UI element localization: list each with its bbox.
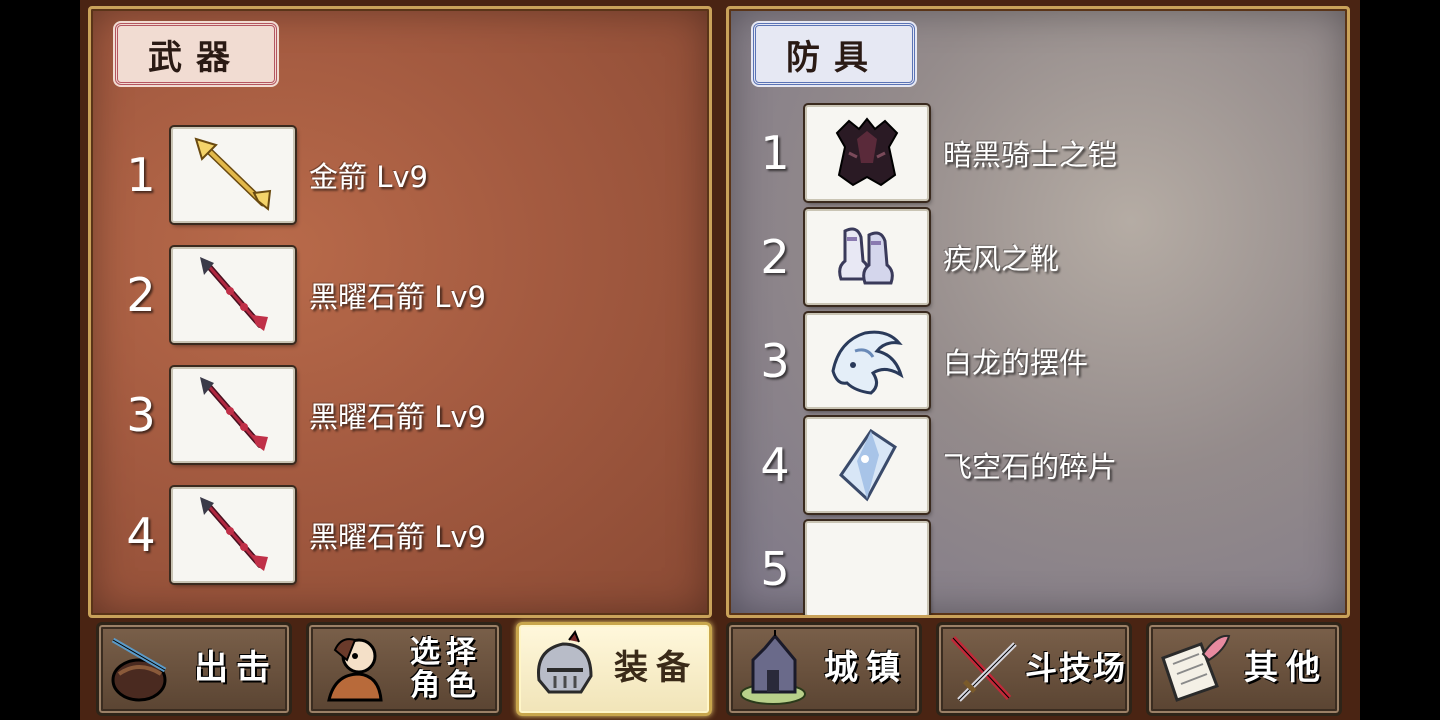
weapon-name: 黑曜石箭 Lv9 bbox=[309, 280, 486, 314]
weapon-panel: 武器 1 金箭 Lv9 2 黑曜石箭 Lv9 3 黑曜石箭 Lv9 4 黑曜石箭… bbox=[88, 6, 712, 618]
golden-arrow-icon bbox=[194, 137, 272, 211]
scroll-quill-icon bbox=[1161, 634, 1231, 702]
armor-slot[interactable] bbox=[805, 417, 929, 513]
weapon-slot[interactable] bbox=[171, 367, 295, 463]
other-button[interactable]: 其他 bbox=[1146, 622, 1342, 716]
other-label: 其他 bbox=[1244, 648, 1328, 689]
armor-name: 暗黑骑士之铠 bbox=[943, 138, 1118, 172]
armor-slot[interactable] bbox=[805, 209, 929, 305]
slot-number: 1 bbox=[126, 148, 156, 202]
town-button[interactable]: 城镇 bbox=[726, 622, 922, 716]
armor-row[interactable]: 3 白龙的摆件 bbox=[745, 313, 1088, 409]
obsidian-arrow-icon bbox=[200, 257, 268, 331]
sortie-icon bbox=[111, 637, 167, 702]
weapon-slot[interactable] bbox=[171, 127, 295, 223]
slot-number: 4 bbox=[760, 438, 790, 492]
equipment-label: 装备 bbox=[614, 648, 698, 689]
armor-row[interactable]: 2 疾风之靴 bbox=[745, 209, 1059, 305]
arena-label: 斗技场 bbox=[1024, 649, 1127, 688]
weapon-panel-title: 武器 bbox=[115, 23, 277, 85]
select-character-line1: 选择 bbox=[410, 635, 482, 670]
empty-armor-slot[interactable] bbox=[805, 521, 929, 615]
select-character-line2: 角色 bbox=[410, 668, 482, 703]
slot-number: 5 bbox=[760, 542, 790, 596]
weapon-name: 黑曜石箭 Lv9 bbox=[309, 400, 486, 434]
armor-panel-title: 防具 bbox=[753, 23, 915, 85]
slot-number: 1 bbox=[760, 126, 790, 180]
select-character-label: 选择 角色 bbox=[393, 636, 499, 702]
slot-number: 2 bbox=[760, 230, 790, 284]
dark-knight-armor-icon bbox=[835, 117, 899, 187]
armor-slot[interactable] bbox=[805, 313, 929, 409]
armor-helmet-icon bbox=[537, 630, 593, 694]
obsidian-arrow-icon bbox=[200, 497, 268, 571]
armor-row[interactable]: 1 暗黑骑士之铠 bbox=[745, 105, 1117, 201]
weapon-slot[interactable] bbox=[171, 247, 295, 343]
sky-stone-shard-icon bbox=[839, 428, 897, 502]
armor-row[interactable]: 5 bbox=[745, 521, 943, 615]
select-character-button[interactable]: 选择 角色 bbox=[306, 622, 502, 716]
weapon-name: 金箭 Lv9 bbox=[309, 160, 428, 194]
armor-name: 白龙的摆件 bbox=[943, 346, 1089, 380]
character-icon bbox=[327, 638, 383, 702]
armor-name: 飞空石的碎片 bbox=[943, 450, 1118, 484]
crossed-swords-icon bbox=[950, 635, 1017, 702]
armor-name: 疾风之靴 bbox=[943, 242, 1060, 276]
weapon-row[interactable]: 4 黑曜石箭 Lv9 bbox=[111, 487, 486, 583]
arena-button[interactable]: 斗技场 bbox=[936, 622, 1132, 716]
armor-row[interactable]: 4 飞空石的碎片 bbox=[745, 417, 1117, 513]
slot-number: 4 bbox=[126, 508, 156, 562]
white-dragon-ornament-icon bbox=[831, 330, 904, 395]
weapon-name: 黑曜石箭 Lv9 bbox=[309, 520, 486, 554]
wind-boots-icon bbox=[838, 227, 894, 285]
game-frame: 武器 1 金箭 Lv9 2 黑曜石箭 Lv9 3 黑曜石箭 Lv9 4 黑曜石箭… bbox=[80, 0, 1360, 720]
armor-slot[interactable] bbox=[805, 105, 929, 201]
weapon-row[interactable]: 3 黑曜石箭 Lv9 bbox=[111, 367, 486, 463]
sortie-label: 出击 bbox=[194, 648, 278, 689]
equipment-button[interactable]: 装备 bbox=[516, 622, 712, 716]
bottom-nav: 出击 选择 角色 装备 城镇 斗技场 其他 bbox=[96, 620, 1350, 716]
sortie-button[interactable]: 出击 bbox=[96, 622, 292, 716]
weapon-row[interactable]: 2 黑曜石箭 Lv9 bbox=[111, 247, 486, 343]
town-label: 城镇 bbox=[824, 648, 908, 689]
slot-number: 2 bbox=[126, 268, 156, 322]
slot-number: 3 bbox=[760, 334, 790, 388]
weapon-row[interactable]: 1 金箭 Lv9 bbox=[111, 127, 428, 223]
castle-icon bbox=[740, 630, 806, 705]
obsidian-arrow-icon bbox=[200, 377, 268, 451]
slot-number: 3 bbox=[126, 388, 156, 442]
weapon-slot[interactable] bbox=[171, 487, 295, 583]
armor-panel: 防具 1 暗黑骑士之铠 2 疾风之靴 3 白龙的摆件 4 飞空石的碎片 5 bbox=[726, 6, 1350, 618]
